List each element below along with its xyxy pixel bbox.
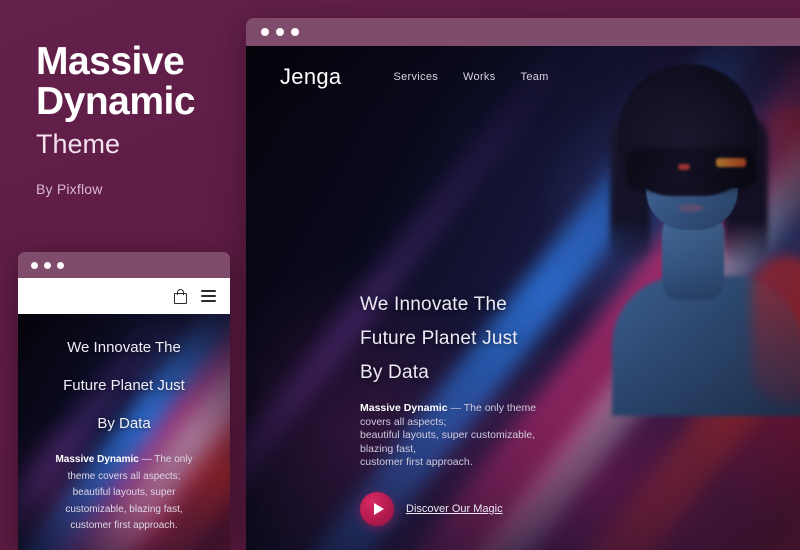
hero-description-line-2: covers all aspects; xyxy=(360,415,447,428)
shopping-bag-icon[interactable] xyxy=(174,288,187,304)
hero-description: Massive Dynamic — The only theme covers … xyxy=(360,402,690,470)
phone-maximize-dot-icon[interactable] xyxy=(57,261,64,269)
browser-viewport: Jenga Services Works Team We Innovate Th… xyxy=(246,46,800,550)
hero-headline-line-1: We Innovate The xyxy=(360,294,508,315)
hero-headline-line-3: By Data xyxy=(360,362,429,383)
hero-description-strong: Massive Dynamic xyxy=(360,402,448,414)
maximize-dot-icon[interactable] xyxy=(291,28,299,36)
phone-description-line-2: theme covers all aspects; xyxy=(67,470,181,482)
phone-description-line-4: customizable, blazing fast, xyxy=(65,503,183,515)
mobile-browser-mockup[interactable]: We Innovate The Future Planet Just By Da… xyxy=(18,252,230,550)
phone-viewport: We Innovate The Future Planet Just By Da… xyxy=(18,314,230,550)
nav-link-team[interactable]: Team xyxy=(521,71,549,83)
browser-titlebar xyxy=(246,18,800,46)
hamburger-menu-icon[interactable] xyxy=(201,290,216,302)
phone-headline-line-1: We Innovate The xyxy=(67,339,181,356)
hero-description-line-4: blazing fast, xyxy=(360,442,417,455)
hero-cta[interactable]: Discover Our Magic xyxy=(360,491,690,526)
site-navbar: Jenga Services Works Team xyxy=(246,46,800,108)
phone-minimize-dot-icon[interactable] xyxy=(44,261,51,269)
phone-toolbar xyxy=(18,278,230,314)
discover-our-magic-link[interactable]: Discover Our Magic xyxy=(406,503,503,515)
promo-title-line2: Dynamic xyxy=(36,80,196,123)
phone-hero-content: We Innovate The Future Planet Just By Da… xyxy=(18,314,230,535)
hero-description-line-1: — The only theme xyxy=(447,402,537,414)
hero-headline-line-2: Future Planet Just xyxy=(360,328,518,349)
promo-subtitle: Theme xyxy=(36,129,121,159)
promo-byline: By Pixflow xyxy=(36,181,103,197)
phone-description-line-3: beautiful layouts, super xyxy=(72,487,176,498)
play-icon[interactable] xyxy=(360,491,394,526)
nav-link-works[interactable]: Works xyxy=(463,71,495,83)
phone-headline-line-2: Future Planet Just xyxy=(63,377,185,394)
phone-description-line-1: — The only xyxy=(138,454,193,465)
phone-close-dot-icon[interactable] xyxy=(31,261,38,269)
hero-description-line-3: beautiful layouts, super customizable, xyxy=(360,429,536,442)
phone-description-strong: Massive Dynamic xyxy=(55,454,139,465)
desktop-browser-mockup[interactable]: Jenga Services Works Team We Innovate Th… xyxy=(246,18,800,550)
navbar-links: Services Works Team xyxy=(393,71,548,83)
phone-titlebar xyxy=(18,252,230,278)
phone-description: Massive Dynamic — The only theme covers … xyxy=(28,452,220,535)
minimize-dot-icon[interactable] xyxy=(276,28,284,36)
phone-headline-line-3: By Data xyxy=(97,415,151,432)
close-dot-icon[interactable] xyxy=(261,28,269,36)
site-logo[interactable]: Jenga xyxy=(280,64,341,90)
nav-link-services[interactable]: Services xyxy=(393,71,438,83)
phone-description-line-5: customer first approach. xyxy=(70,520,178,531)
poster-stage: Massive Dynamic Theme By Pixflow Jenga S… xyxy=(0,0,800,550)
hero-description-line-5: customer first approach. xyxy=(360,456,473,469)
promo-block: Massive Dynamic Theme By Pixflow xyxy=(36,40,246,198)
hero-content: We Innovate The Future Planet Just By Da… xyxy=(360,294,690,526)
promo-title-line1: Massive xyxy=(36,40,185,83)
